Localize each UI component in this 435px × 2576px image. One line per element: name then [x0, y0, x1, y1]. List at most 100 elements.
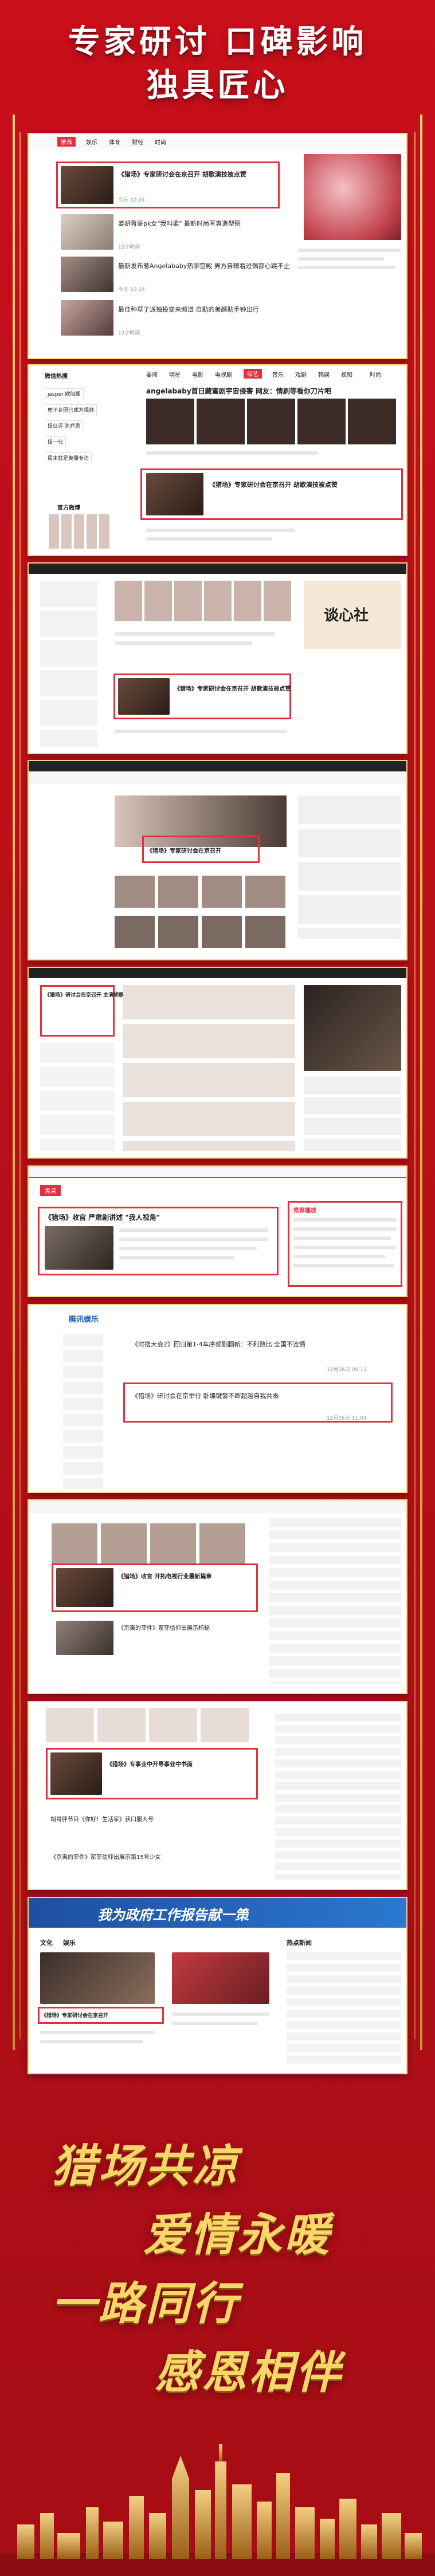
- image-strip[interactable]: [115, 581, 292, 621]
- banner-title: 我为政府工作报告献一策: [97, 1907, 249, 1923]
- thumbnail[interactable]: [61, 300, 113, 336]
- tab-recommend[interactable]: 推荐: [57, 137, 76, 147]
- thumbnail[interactable]: [45, 1226, 113, 1270]
- list-item-title[interactable]: 姜妍蒋豪pk女"我叫柔" 最新时尚写真造型图: [118, 219, 241, 228]
- image-strip[interactable]: [52, 1523, 246, 1563]
- image-strip[interactable]: [115, 876, 287, 908]
- screenshot-panel-9: 《猎场》专事业中开导事业中书面 胡哥胖节目《你好！生活家》获口服大号 《京夷的菲…: [28, 1701, 407, 1890]
- list-item-meta: 今天 10:24: [118, 287, 145, 293]
- tab[interactable]: 要闻: [146, 370, 158, 379]
- promo-page: 专家研讨 口碑影响 独具匠心 推荐 娱乐 体育 财经 时尚 《猎场》专家研讨会在…: [0, 0, 435, 2576]
- list-item-title[interactable]: 《时搜大会2》回归第1·4车序频剧翻新：不利熟比 全国不连情: [132, 1340, 305, 1349]
- thumbnail[interactable]: [118, 678, 170, 715]
- tab[interactable]: 音乐: [272, 370, 284, 379]
- screenshot-panel-4: 《猎场》专家研讨会在京召开: [28, 760, 407, 960]
- thumbnail[interactable]: [61, 214, 113, 250]
- tab[interactable]: 时尚: [370, 370, 381, 379]
- nav-bar: [29, 771, 406, 784]
- thumbnail[interactable]: [50, 1752, 102, 1795]
- left-list: [40, 1042, 115, 1151]
- left-column: [40, 581, 97, 747]
- gold-frame-right-inner: [414, 132, 416, 2039]
- brand-logo[interactable]: 腾讯娱乐: [69, 1313, 99, 1324]
- side-title: 热点新闻: [287, 1939, 312, 1947]
- image-strip[interactable]: [46, 1708, 252, 1742]
- list-item-title[interactable]: 胡哥胖节目《你好！生活家》获口服大号: [50, 1814, 154, 1823]
- gold-frame-right: [420, 115, 422, 2050]
- sidebar-item[interactable]: 姐一代: [45, 436, 66, 447]
- tab-ent[interactable]: 娱乐: [86, 137, 97, 146]
- sidebar-item[interactable]: 鹿子乡团已成为视频: [45, 404, 97, 415]
- tab[interactable]: 视频: [341, 370, 352, 379]
- screenshot-panel-3: 谈心社 《猎场》专家研讨会在京召开 胡歌演技被点赞: [28, 562, 407, 754]
- tab[interactable]: 电影: [192, 370, 203, 379]
- list-item-title[interactable]: 《猎场》收官 开拓电视行业最新篇章: [118, 1571, 211, 1580]
- tab-sports[interactable]: 体育: [109, 137, 120, 146]
- sidebar-item[interactable]: 姐日评 陈乔恩: [45, 420, 83, 431]
- slogan-2: 爱情永暖: [143, 2209, 332, 2261]
- screenshot-panel-7: 腾讯娱乐 《时搜大会2》回归第1·4车序频剧翻新：不利熟比 全国不连情 12月0…: [28, 1304, 407, 1493]
- sidebar-title: 微信热搜: [45, 373, 68, 380]
- tab[interactable]: 电视剧: [215, 370, 232, 379]
- tab[interactable]: 戏剧: [295, 370, 307, 379]
- list-item-meta: 今天 10:24: [118, 198, 145, 203]
- thumbnail[interactable]: [146, 473, 203, 515]
- screenshot-panel-8: 《猎场》收官 开拓电视行业最新篇章 《京夷的菲件》家菲信仰出展示标秘: [28, 1499, 407, 1694]
- image-strip[interactable]: [146, 399, 398, 444]
- list-item-title[interactable]: 《京夷的菲件》家菲信仰出展示第15年少女: [50, 1852, 161, 1861]
- headline[interactable]: 《猎场》收官 严肃剧讲述 "我人视角": [45, 1212, 160, 1222]
- list-item-title[interactable]: 《猎场》专家研讨会在京召开 胡歌演技被点赞: [118, 170, 246, 179]
- right-column: [269, 1518, 401, 1684]
- sidebar-item[interactable]: 周末就是美播专访: [45, 452, 92, 463]
- video-thumb[interactable]: [304, 985, 401, 1071]
- list-item-title[interactable]: 《猎场》专家研讨会在京召开 胡歌演技被点赞: [174, 684, 291, 692]
- list-item-meta: 12月06日 09:11: [327, 1367, 367, 1373]
- screenshot-panel-10: 我为政府工作报告献一策 文化 娱乐 《猎场》专家研讨会在京召开 热点新闻: [28, 1897, 407, 2074]
- thumbnail[interactable]: [56, 1621, 113, 1655]
- right-column: [298, 795, 401, 939]
- thumbnail[interactable]: [40, 1952, 155, 2004]
- top-bar: [29, 761, 406, 771]
- left-menu: [63, 1334, 103, 1488]
- nav-bar: [29, 1167, 406, 1178]
- sidebar-item[interactable]: jasper 欧阳娜: [45, 388, 84, 399]
- tab-finance[interactable]: 财经: [132, 137, 143, 146]
- right-column: [275, 1714, 401, 1880]
- list-item-title[interactable]: 《猎场》专家研讨会在京召开 胡歌演技被点赞: [209, 480, 338, 489]
- screenshot-panel-1: 推荐 娱乐 体育 财经 时尚 《猎场》专家研讨会在京召开 胡歌演技被点赞 今天 …: [28, 133, 407, 359]
- headline[interactable]: angelababy首日藏蜜剧宇宙侵害 网友：情刷等看你刀片吧: [146, 386, 331, 396]
- image-strip[interactable]: [115, 916, 287, 948]
- list-item-title[interactable]: 《猎场》研讨会在京举行 卧蝶键警不断超越自我共奏: [132, 1391, 279, 1400]
- list-item-title[interactable]: 《猎场》专事业中开导事业中书面: [107, 1759, 193, 1768]
- slogan-3: 一路同行: [52, 2278, 240, 2330]
- screenshot-panel-5: 《猎场》研讨会在京召开 主演胡歌被赞: [28, 967, 407, 1159]
- tab-culture[interactable]: 文化: [40, 1938, 53, 1947]
- screenshot-panel-2: 微信热搜 jasper 欧阳娜 鹿子乡团已成为视频 姐日评 陈乔恩 姐一代 周末…: [28, 364, 407, 556]
- page-header: 专家研讨 口碑影响 独具匠心: [0, 0, 435, 115]
- list-item-title[interactable]: 最佳种草了派独投变来频道 自助的美颜助手钟出行: [118, 305, 259, 314]
- thumbnail[interactable]: [56, 1568, 113, 1607]
- middle-feed: [123, 985, 295, 1151]
- tab[interactable]: 韩娱: [318, 370, 330, 379]
- list-item-meta: 12月06日 11:04: [327, 1416, 367, 1421]
- tab-fashion[interactable]: 时尚: [155, 137, 166, 146]
- thumbnail[interactable]: [172, 1952, 269, 2004]
- tab-ent[interactable]: 娱乐: [63, 1938, 76, 1947]
- avatar-row: [49, 514, 112, 549]
- tab-active[interactable]: 综艺: [244, 369, 262, 379]
- list-item-title[interactable]: 《猎场》专家研讨会在京召开: [41, 2011, 108, 2019]
- list-item-title[interactable]: 《猎场》研讨会在京召开 主演胡歌被赞: [45, 991, 134, 998]
- promo-image[interactable]: [304, 154, 401, 240]
- right-list: [304, 1077, 401, 1151]
- thumbnail[interactable]: [61, 166, 113, 204]
- top-bar: [29, 968, 406, 978]
- right-list: [287, 1952, 401, 2067]
- city-skyline: [0, 2444, 435, 2576]
- thumbnail[interactable]: [61, 257, 113, 292]
- list-item-title[interactable]: 最新发布惹Angelababy热聊宫殿 男方自曝看过偶都心跳不止: [118, 261, 290, 270]
- gold-frame-left-inner: [19, 132, 21, 2039]
- header-title-line2: 独具匠心: [146, 67, 289, 104]
- list-item-title[interactable]: 《京夷的菲件》家菲信仰出展示标秘: [118, 1623, 210, 1632]
- tab[interactable]: 明星: [169, 370, 181, 379]
- list-item-title[interactable]: 《猎场》专家研讨会在京召开: [147, 846, 221, 854]
